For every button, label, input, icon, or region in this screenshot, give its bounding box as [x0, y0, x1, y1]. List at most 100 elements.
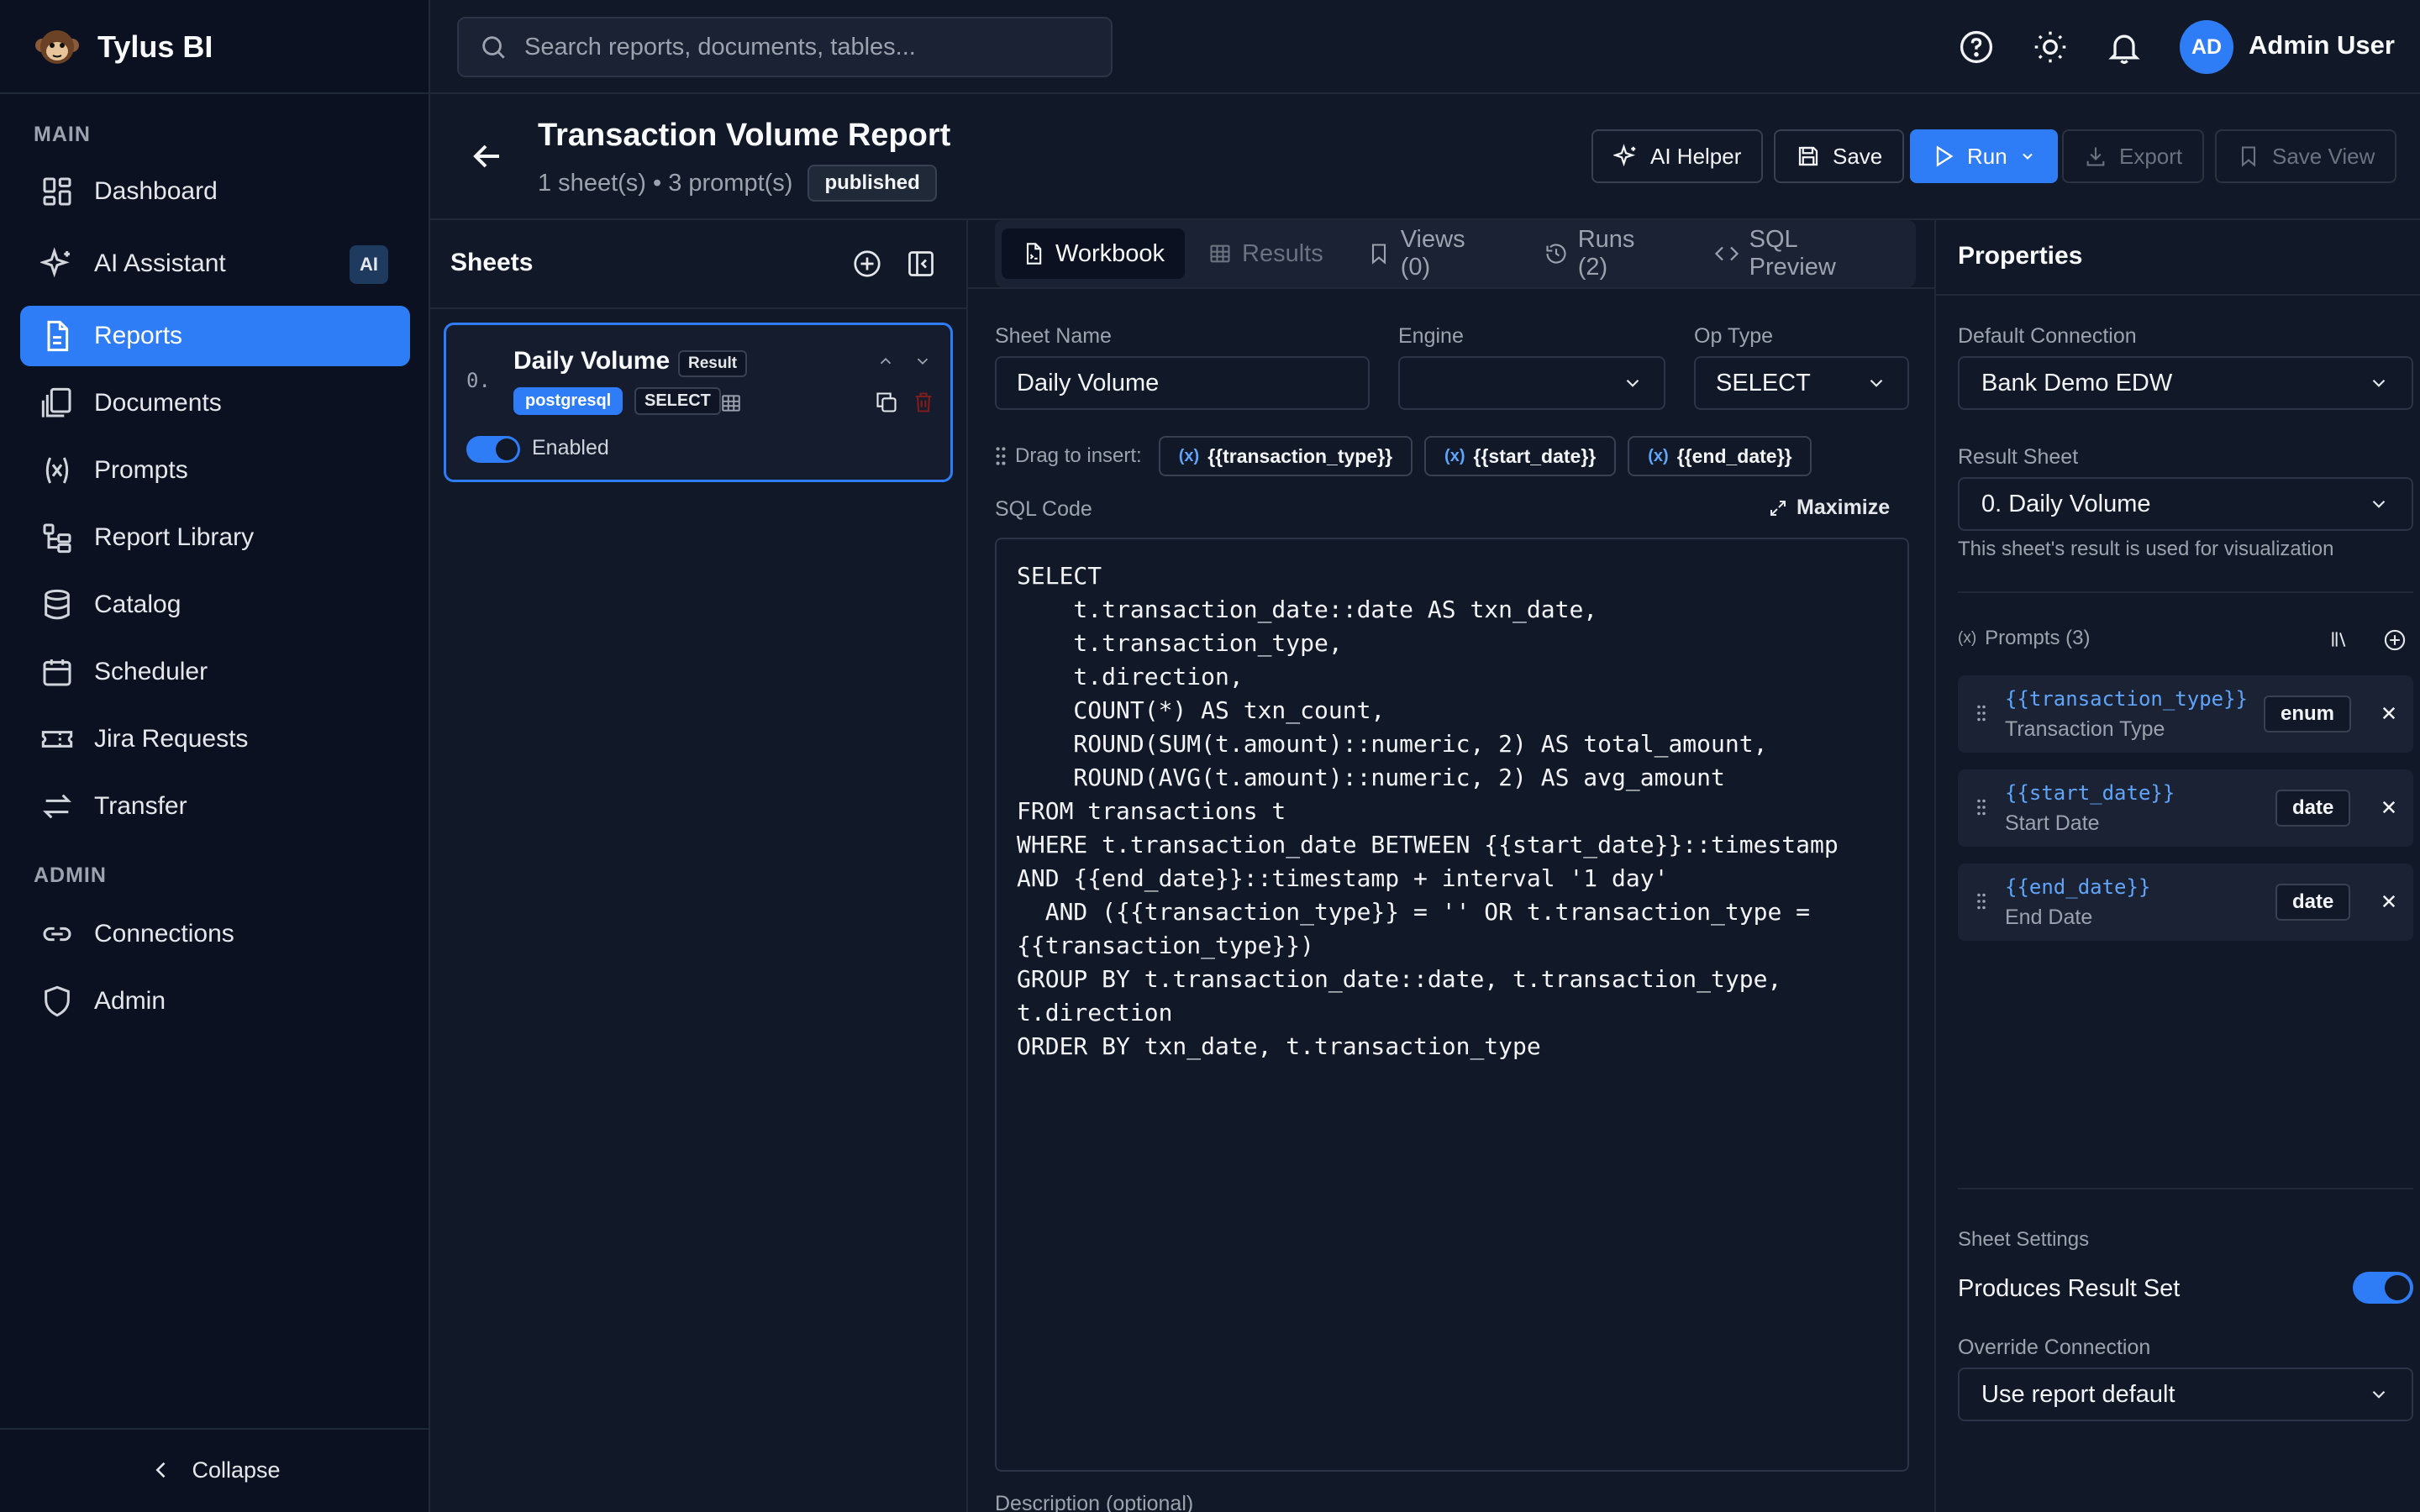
sidebar-item-label: Documents — [94, 389, 222, 417]
ai-helper-label: AI Helper — [1650, 143, 1742, 169]
default-connection-select[interactable]: Bank Demo EDW — [1958, 356, 2413, 410]
sheet-name-field[interactable]: Daily Volume — [995, 356, 1370, 410]
add-sheet-icon[interactable] — [852, 249, 882, 279]
drag-handle-icon[interactable] — [1976, 798, 1986, 816]
result-sheet-select[interactable]: 0. Daily Volume — [1958, 477, 2413, 531]
sidebar-item-jira-requests[interactable]: Jira Requests — [20, 709, 410, 769]
sidebar-item-documents[interactable]: Documents — [20, 373, 410, 433]
trash-icon[interactable] — [912, 391, 935, 414]
save-view-button[interactable]: Save View — [2215, 129, 2397, 183]
database-icon — [40, 588, 74, 622]
table-icon — [1208, 242, 1232, 265]
collapse-button[interactable]: Collapse — [0, 1445, 430, 1495]
variable-chip[interactable]: (x) {{transaction_type}} — [1158, 436, 1413, 476]
properties-panel: Properties Default Connection Bank Demo … — [1936, 220, 2420, 1512]
chevron-up-icon[interactable] — [876, 352, 895, 370]
help-icon[interactable] — [1958, 29, 1995, 66]
chevron-down-icon[interactable] — [913, 352, 932, 370]
sidebar-item-prompts[interactable]: Prompts — [20, 440, 410, 501]
library-icon[interactable] — [2329, 628, 2351, 650]
chevron-down-icon — [1622, 372, 1644, 394]
sidebar-item-label: Reports — [94, 322, 183, 349]
transfer-icon — [40, 790, 74, 823]
engine-tag: postgresql — [513, 387, 623, 415]
save-button[interactable]: Save — [1774, 129, 1905, 183]
tab-sql-preview[interactable]: SQL Preview — [1694, 226, 1909, 281]
app-name: Tylus BI — [97, 29, 213, 64]
chevron-down-icon — [2368, 372, 2390, 394]
result-sheet-hint: This sheet's result is used for visualiz… — [1958, 538, 2334, 560]
maximize-icon — [1768, 498, 1788, 518]
sheet-name-label: Sheet Name — [995, 324, 1112, 348]
sidebar-item-dashboard[interactable]: Dashboard — [20, 161, 410, 222]
user-name[interactable]: Admin User — [2249, 30, 2395, 60]
duplicate-icon[interactable] — [875, 391, 898, 414]
tab-workbook[interactable]: Workbook — [1002, 228, 1186, 279]
prompt-type-badge[interactable]: enum — [2264, 696, 2352, 732]
search-box[interactable] — [457, 17, 1113, 77]
brand[interactable]: Tylus BI — [34, 22, 213, 72]
sidebar-item-transfer[interactable]: Transfer — [20, 776, 410, 837]
sun-icon[interactable] — [2032, 29, 2069, 66]
prompt-label: Start Date — [2005, 811, 2100, 835]
sidebar-item-ai-assistant[interactable]: AI Assistant AI — [20, 234, 410, 294]
variable-icon — [40, 454, 74, 487]
export-button[interactable]: Export — [2062, 129, 2205, 183]
prompt-row[interactable]: {{end_date}} End Date date — [1958, 864, 2413, 941]
properties-title: Properties — [1958, 242, 2083, 270]
tab-runs[interactable]: Runs (2) — [1524, 226, 1691, 281]
prompt-type-badge[interactable]: date — [2275, 790, 2351, 827]
maximize-button[interactable]: Maximize — [1768, 496, 1890, 520]
link-icon — [40, 917, 74, 951]
prompt-row[interactable]: {{start_date}} Start Date date — [1958, 769, 2413, 847]
sheet-card[interactable]: 0. Daily Volume Result postgresql SELECT… — [444, 323, 953, 482]
variable-chip-label: {{transaction_type}} — [1207, 444, 1393, 467]
sidebar-item-scheduler[interactable]: Scheduler — [20, 642, 410, 702]
add-prompt-icon[interactable] — [2383, 628, 2407, 652]
drag-handle-icon[interactable] — [1976, 892, 1986, 911]
divider — [1958, 1188, 2413, 1189]
insert-variables-row: Drag to insert: (x) {{transaction_type}}… — [995, 435, 1812, 477]
op-type-select[interactable]: SELECT — [1694, 356, 1909, 410]
sidebar-item-connections[interactable]: Connections — [20, 904, 410, 964]
search-input[interactable] — [524, 33, 1096, 61]
override-connection-label: Override Connection — [1958, 1336, 2151, 1359]
engine-select[interactable] — [1398, 356, 1665, 410]
sidebar-item-reports[interactable]: Reports — [20, 306, 410, 366]
variable-chip[interactable]: (x) {{end_date}} — [1628, 436, 1812, 476]
back-arrow-icon[interactable] — [467, 136, 508, 176]
sidebar-item-admin[interactable]: Admin — [20, 971, 410, 1032]
enabled-toggle[interactable] — [466, 436, 520, 463]
sidebar-item-label: Prompts — [94, 456, 188, 484]
bell-icon[interactable] — [2106, 29, 2143, 66]
ai-helper-button[interactable]: AI Helper — [1591, 129, 1764, 183]
sparkles-icon — [1613, 144, 1639, 169]
sidebar: Tylus BI MAIN Dashboard AI Assistant AI … — [0, 0, 430, 1512]
close-icon[interactable] — [2376, 701, 2402, 726]
chevron-down-icon — [2368, 493, 2390, 515]
sidebar-item-report-library[interactable]: Report Library — [20, 507, 410, 568]
sidebar-item-label: Scheduler — [94, 658, 208, 685]
run-button[interactable]: Run — [1910, 129, 2058, 183]
sidebar-item-label: Admin — [94, 987, 166, 1015]
prompt-type-badge[interactable]: date — [2275, 884, 2351, 921]
sidebar-item-catalog[interactable]: Catalog — [20, 575, 410, 635]
sheets-title: Sheets — [450, 249, 534, 276]
sheet-name-value: Daily Volume — [1017, 369, 1160, 396]
drag-handle-icon[interactable] — [1976, 704, 1986, 722]
variable-chip[interactable]: (x) {{start_date}} — [1424, 436, 1617, 476]
close-icon[interactable] — [2376, 795, 2402, 820]
override-connection-select[interactable]: Use report default — [1958, 1368, 2413, 1421]
collapse-panel-icon[interactable] — [906, 249, 936, 279]
avatar[interactable]: AD — [2180, 20, 2233, 74]
sql-editor[interactable]: SELECT t.transaction_date::date AS txn_d… — [995, 538, 1909, 1472]
sheets-header: Sheets — [430, 220, 968, 309]
produces-result-set-toggle[interactable] — [2353, 1272, 2413, 1304]
tab-results[interactable]: Results — [1188, 228, 1344, 279]
sql-code-label: SQL Code — [995, 497, 1092, 521]
close-icon[interactable] — [2376, 889, 2402, 914]
prompt-row[interactable]: {{transaction_type}} Transaction Type en… — [1958, 675, 2413, 753]
tab-views[interactable]: Views (0) — [1347, 226, 1521, 281]
dashboard-icon — [40, 175, 74, 208]
bookmark-icon — [1367, 242, 1391, 265]
